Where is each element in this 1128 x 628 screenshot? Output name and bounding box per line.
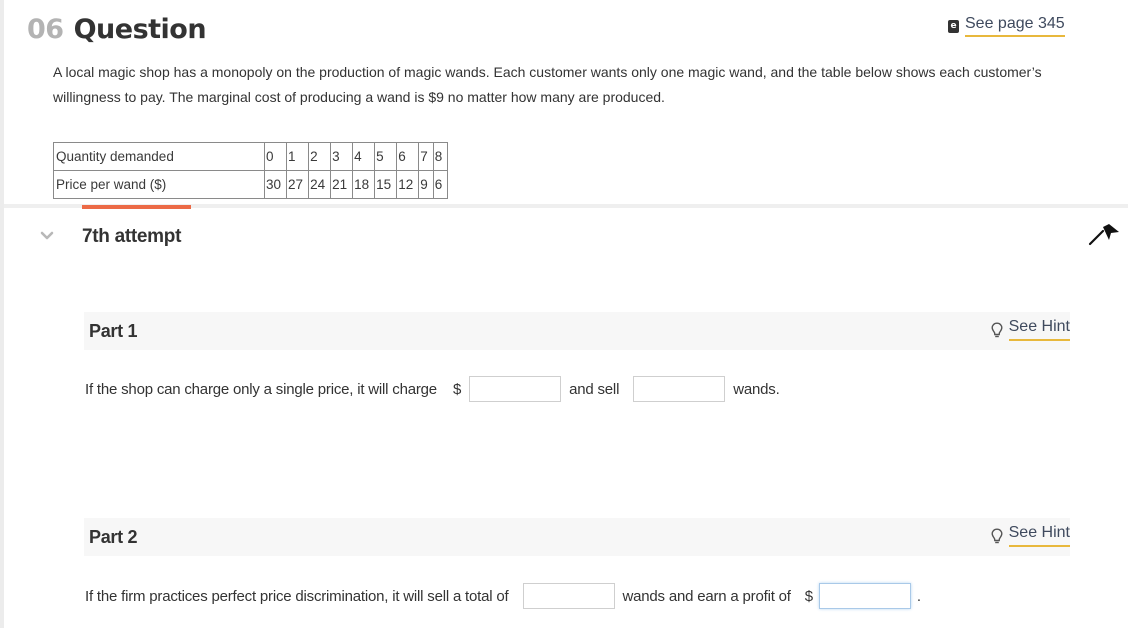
see-page-link[interactable]: See page 345 bbox=[965, 15, 1065, 37]
part-1-question: If the shop can charge only a single pri… bbox=[85, 376, 794, 402]
quantity-input[interactable] bbox=[633, 376, 726, 402]
part-1-text-before: If the shop can charge only a single pri… bbox=[85, 380, 437, 398]
row-label: Quantity demanded bbox=[53, 142, 265, 171]
chevron-down-icon[interactable] bbox=[40, 231, 54, 241]
table-cell: 18 bbox=[352, 170, 376, 199]
table-cell: 2 bbox=[308, 142, 332, 171]
left-rail bbox=[0, 0, 4, 628]
see-hint-link[interactable]: See Hint bbox=[1008, 318, 1070, 341]
part-1-hint[interactable]: See Hint bbox=[991, 318, 1070, 341]
part-1-text-middle: and sell bbox=[569, 380, 620, 398]
part-2-label: Part 2 bbox=[89, 527, 138, 547]
currency-symbol: $ bbox=[804, 587, 813, 605]
table-cell: 5 bbox=[374, 142, 398, 171]
part-2-hint[interactable]: See Hint bbox=[991, 524, 1070, 547]
table-cell: 21 bbox=[330, 170, 354, 199]
flag-icon[interactable] bbox=[1086, 222, 1120, 248]
part-2-text-before: If the firm practices perfect price disc… bbox=[85, 587, 509, 605]
profit-input[interactable] bbox=[818, 583, 911, 609]
total-quantity-input[interactable] bbox=[522, 583, 615, 609]
see-hint-link[interactable]: See Hint bbox=[1008, 524, 1070, 547]
table-cell: 24 bbox=[308, 170, 332, 199]
question-number: 06 bbox=[27, 14, 64, 45]
attempt-tab-indicator bbox=[82, 205, 191, 209]
table-cell: 7 bbox=[418, 142, 434, 171]
table-cell: 8 bbox=[432, 142, 449, 171]
part-1-header: Part 1 See Hint bbox=[84, 312, 1070, 350]
table-cell: 9 bbox=[418, 170, 434, 199]
ebook-icon: e bbox=[948, 19, 959, 33]
question-header: 06 Question bbox=[27, 14, 207, 45]
table-row: Quantity demanded 0 1 2 3 4 5 6 7 8 bbox=[53, 142, 449, 171]
table-row: Price per wand ($) 30 27 24 21 18 15 12 … bbox=[53, 170, 449, 199]
part-1-label: Part 1 bbox=[89, 321, 138, 341]
lightbulb-icon bbox=[991, 527, 1003, 543]
part-1-text-after: wands. bbox=[733, 380, 780, 398]
currency-symbol: $ bbox=[452, 380, 462, 398]
table-cell: 4 bbox=[352, 142, 376, 171]
table-cell: 6 bbox=[396, 142, 420, 171]
part-2-text-middle: wands and earn a profit of bbox=[622, 587, 791, 605]
table-cell: 3 bbox=[330, 142, 354, 171]
question-prompt: A local magic shop has a monopoly on the… bbox=[53, 64, 1042, 105]
table-cell: 1 bbox=[286, 142, 310, 171]
table-cell: 15 bbox=[374, 170, 398, 199]
table-cell: 30 bbox=[263, 170, 288, 199]
question-title: Question bbox=[73, 14, 207, 45]
part-2-question: If the firm practices perfect price disc… bbox=[85, 583, 921, 609]
table-cell: 27 bbox=[286, 170, 310, 199]
table-cell: 0 bbox=[263, 142, 288, 171]
lightbulb-icon bbox=[991, 321, 1003, 337]
part-2-text-after: . bbox=[916, 587, 921, 605]
price-input[interactable] bbox=[469, 376, 562, 402]
see-page-link-container[interactable]: e See page 345 bbox=[948, 15, 1065, 37]
part-2-header: Part 2 See Hint bbox=[84, 518, 1070, 556]
attempt-label[interactable]: 7th attempt bbox=[82, 226, 181, 248]
table-cell: 12 bbox=[396, 170, 420, 199]
willingness-to-pay-table: Quantity demanded 0 1 2 3 4 5 6 7 8 Pric… bbox=[53, 142, 449, 199]
row-label: Price per wand ($) bbox=[53, 170, 265, 199]
table-cell: 6 bbox=[432, 170, 449, 199]
